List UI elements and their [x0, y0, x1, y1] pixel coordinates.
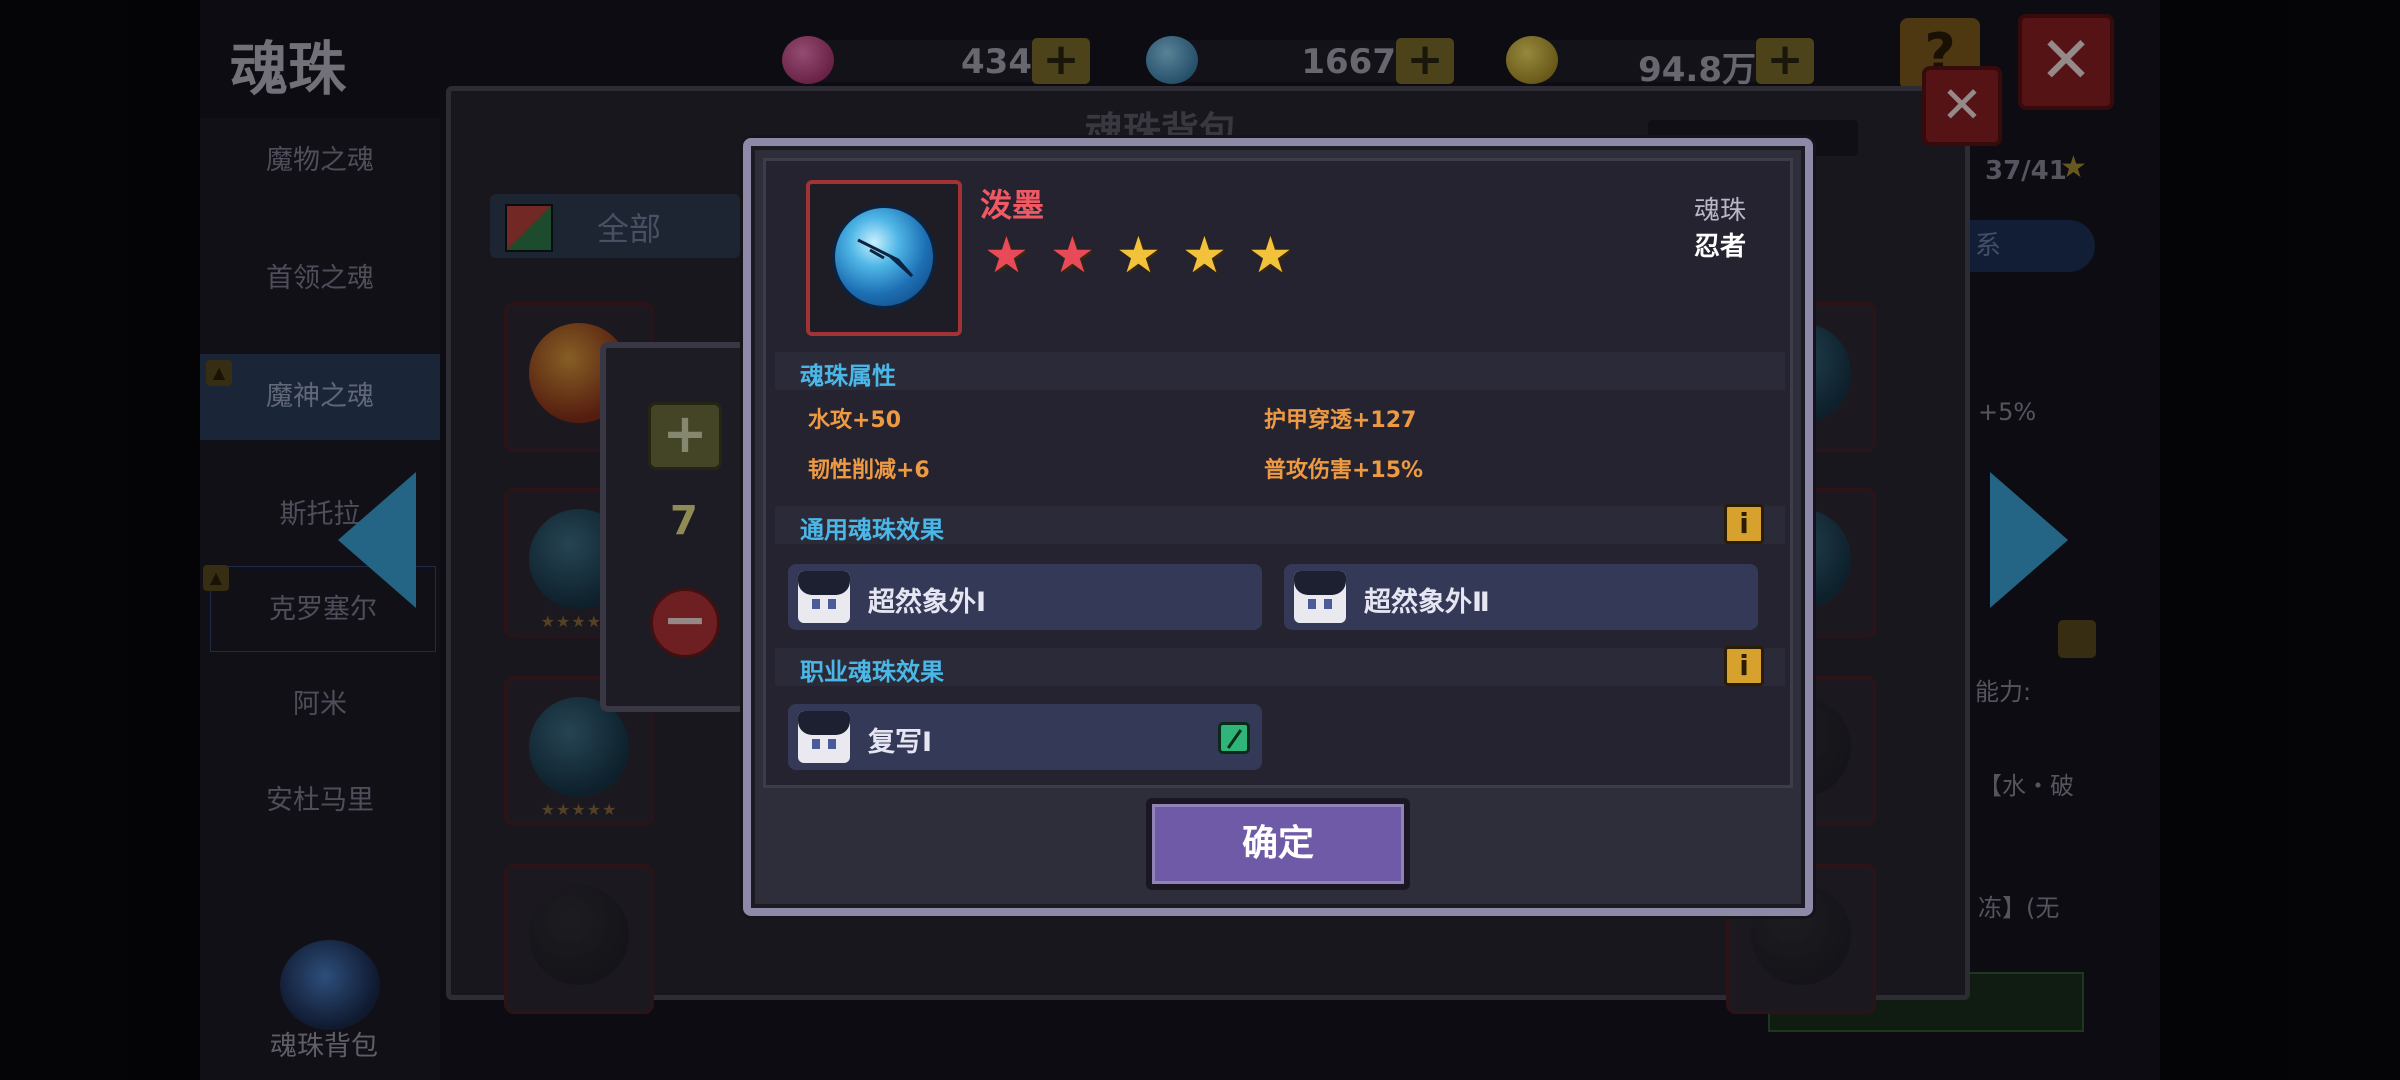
class-effects-title: 职业魂珠效果: [800, 658, 944, 686]
ink-brush-icon: [857, 238, 914, 278]
class-effect-card[interactable]: 复写Ⅰ: [788, 704, 1262, 770]
confirm-button[interactable]: 确定: [1146, 798, 1410, 890]
attribute-toughness-reduction: 韧性削减+6: [808, 458, 930, 483]
attribute-normal-attack-damage: 普攻伤害+15%: [1264, 458, 1424, 483]
common-effects-title: 通用魂珠效果: [800, 516, 944, 544]
star-gold-icon: ★: [1182, 226, 1227, 284]
common-effect-card[interactable]: 超然象外Ⅱ: [1284, 564, 1758, 630]
star-gold-icon: ★: [1116, 226, 1161, 284]
attribute-armor-pierce: 护甲穿透+127: [1264, 408, 1417, 433]
star-gold-icon: ★: [1248, 226, 1293, 284]
common-effect-card[interactable]: 超然象外Ⅰ: [788, 564, 1262, 630]
star-red-icon: ★: [984, 226, 1029, 284]
item-name: 泼墨: [980, 186, 1045, 224]
item-class: 忍者: [1694, 232, 1747, 262]
ninja-avatar-icon: [798, 571, 850, 623]
item-type: 魂珠: [1694, 196, 1747, 226]
attributes-title: 魂珠属性: [800, 362, 896, 390]
attributes-header: [775, 352, 1785, 390]
edit-icon[interactable]: [1218, 722, 1250, 754]
common-effects-info-button[interactable]: i: [1724, 504, 1764, 544]
effect-label: 超然象外Ⅰ: [868, 587, 987, 618]
attribute-water-attack: 水攻+50: [808, 408, 902, 433]
star-red-icon: ★: [1050, 226, 1095, 284]
ninja-avatar-icon: [798, 711, 850, 763]
ninja-avatar-icon: [1294, 571, 1346, 623]
class-effects-info-button[interactable]: i: [1724, 646, 1764, 686]
effect-label: 超然象外Ⅱ: [1364, 587, 1490, 618]
effect-label: 复写Ⅰ: [868, 727, 933, 758]
